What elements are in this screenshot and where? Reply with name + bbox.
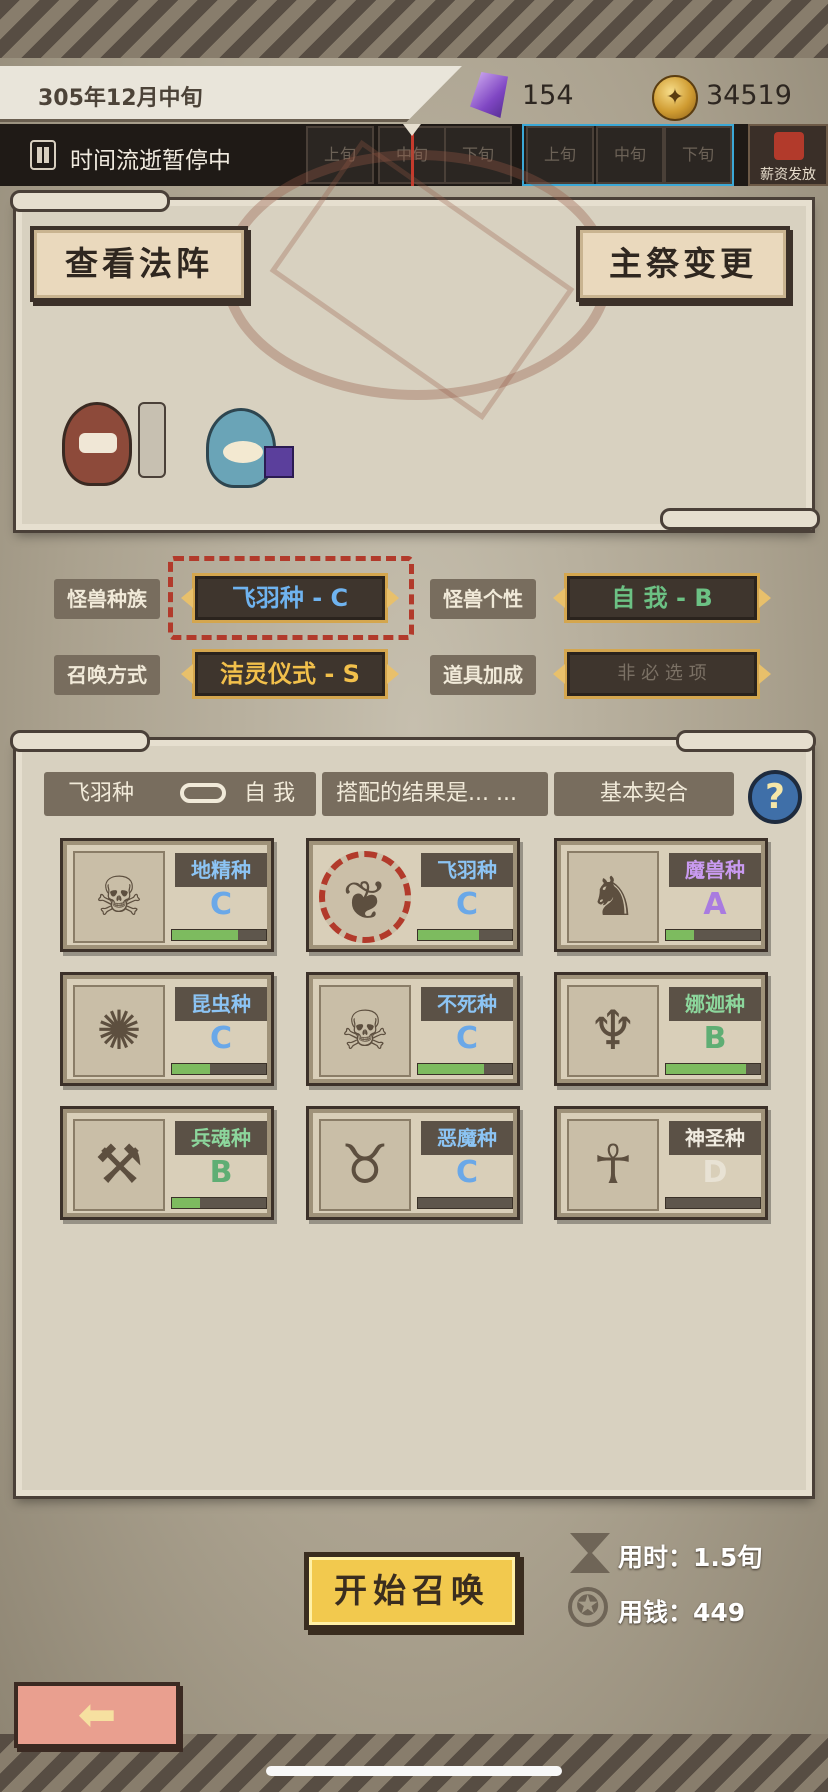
affinity-bar-fill <box>418 1064 484 1074</box>
affinity-bar <box>665 1063 761 1075</box>
scroll-roll-top-3 <box>676 730 816 752</box>
affinity-bar-fill <box>172 1064 210 1074</box>
halo-icon: ☥ <box>567 1119 659 1211</box>
affinity-bar <box>417 1063 513 1075</box>
tribal-mask-creature <box>62 402 132 486</box>
race-grade: C <box>209 887 233 922</box>
gold-count: 34519 <box>706 80 792 111</box>
race-name: 恶魔种 <box>421 1121 513 1155</box>
home-indicator <box>266 1766 562 1776</box>
race-grade: C <box>455 1155 479 1190</box>
gold-coin-icon: ✦ <box>652 75 698 121</box>
beast-icon: ♞ <box>567 851 659 943</box>
race-name: 地精种 <box>175 853 267 887</box>
race-grade: B <box>703 1021 727 1056</box>
race-grade: C <box>455 887 479 922</box>
personality-label: 怪兽个性 <box>430 579 536 619</box>
link-icon <box>180 783 226 803</box>
affinity-bar-fill <box>172 930 238 940</box>
race-grade: B <box>209 1155 233 1190</box>
totem-staff-icon <box>138 402 166 478</box>
race-name: 娜迦种 <box>669 987 761 1021</box>
affinity-bar <box>171 1197 267 1209</box>
race-card[interactable]: ♉ 恶魔种 C <box>306 1106 520 1220</box>
race-card[interactable]: ❦ 飞羽种 C <box>306 838 520 952</box>
wing-icon: ❦ <box>319 851 411 943</box>
result-tab: 搭配的结果是... ... <box>322 772 548 816</box>
personality-selector[interactable]: 自 我 - B <box>553 573 771 623</box>
trident-icon: ♆ <box>567 985 659 1077</box>
help-icon[interactable]: ? <box>748 770 802 824</box>
affinity-bar <box>171 929 267 941</box>
item-bonus-label: 道具加成 <box>430 655 536 695</box>
affinity-bar-fill <box>666 930 695 940</box>
skull-icon: ☠ <box>319 985 411 1077</box>
race-label: 怪兽种族 <box>54 579 160 619</box>
affinity-bar <box>665 1197 761 1209</box>
scroll-roll-bottom <box>660 508 820 530</box>
affinity-bar-fill <box>172 1198 201 1208</box>
period-mid-2: 中旬 <box>596 126 664 184</box>
pentacle-coin-icon <box>568 1587 608 1627</box>
basic-compat-tab: 基本契合 <box>554 772 734 816</box>
race-card[interactable]: ✺ 昆虫种 C <box>60 972 274 1086</box>
race-card[interactable]: ⚒ 兵魂种 B <box>60 1106 274 1220</box>
combo-race: 飞羽种 <box>68 781 135 806</box>
time-cost: 用时：1.5旬 <box>618 1543 763 1572</box>
affinity-bar <box>417 929 513 941</box>
time-status: 时间流逝暂停中 <box>70 148 231 174</box>
race-grade: D <box>702 1155 728 1190</box>
affinity-bar <box>171 1063 267 1075</box>
affinity-bar-fill <box>418 930 480 940</box>
payday-button[interactable]: 薪资发放 <box>748 124 828 186</box>
race-grade: A <box>703 887 727 922</box>
race-name: 昆虫种 <box>175 987 267 1021</box>
view-circle-button[interactable]: 查看法阵 <box>30 226 248 302</box>
start-summon-button[interactable]: 开始召唤 <box>304 1552 520 1630</box>
gem-count: 154 <box>522 80 574 111</box>
change-priest-button[interactable]: 主祭变更 <box>576 226 790 302</box>
top-border-pattern <box>0 0 828 58</box>
race-name: 神圣种 <box>669 1121 761 1155</box>
pause-icon[interactable] <box>30 140 56 170</box>
race-grade: C <box>209 1021 233 1056</box>
race-card[interactable]: ☠ 地精种 C <box>60 838 274 952</box>
race-name: 飞羽种 <box>421 853 513 887</box>
affinity-bar <box>665 929 761 941</box>
race-name: 不死种 <box>421 987 513 1021</box>
scroll-roll-top <box>10 190 170 212</box>
spellbook-icon <box>264 446 294 478</box>
race-card[interactable]: ♆ 娜迦种 B <box>554 972 768 1086</box>
item-bonus-selector[interactable]: 非 必 选 项 <box>553 649 771 699</box>
race-grade: C <box>455 1021 479 1056</box>
back-button[interactable]: ⬅ <box>14 1682 180 1748</box>
race-name: 魔兽种 <box>669 853 761 887</box>
race-name: 兵魂种 <box>175 1121 267 1155</box>
magic-circle-icon <box>222 150 612 400</box>
insect-icon: ✺ <box>73 985 165 1077</box>
affinity-bar <box>417 1197 513 1209</box>
goblin-icon: ☠ <box>73 851 165 943</box>
current-date: 305年12月中旬 <box>38 86 203 111</box>
summon-method-selector[interactable]: 洁灵仪式 - S <box>181 649 399 699</box>
axe-icon: ⚒ <box>73 1119 165 1211</box>
race-card[interactable]: ☠ 不死种 C <box>306 972 520 1086</box>
money-cost: 用钱：449 <box>618 1598 746 1627</box>
race-selector[interactable]: 飞羽种 - C <box>181 573 399 623</box>
race-card[interactable]: ☥ 神圣种 D <box>554 1106 768 1220</box>
summon-method-label: 召唤方式 <box>54 655 160 695</box>
combo-personality: 自 我 <box>244 781 295 806</box>
scroll-roll-top-2 <box>10 730 150 752</box>
period-late-2: 下旬 <box>664 126 732 184</box>
race-card[interactable]: ♞ 魔兽种 A <box>554 838 768 952</box>
demon-icon: ♉ <box>319 1119 411 1211</box>
affinity-bar-fill <box>666 1064 746 1074</box>
